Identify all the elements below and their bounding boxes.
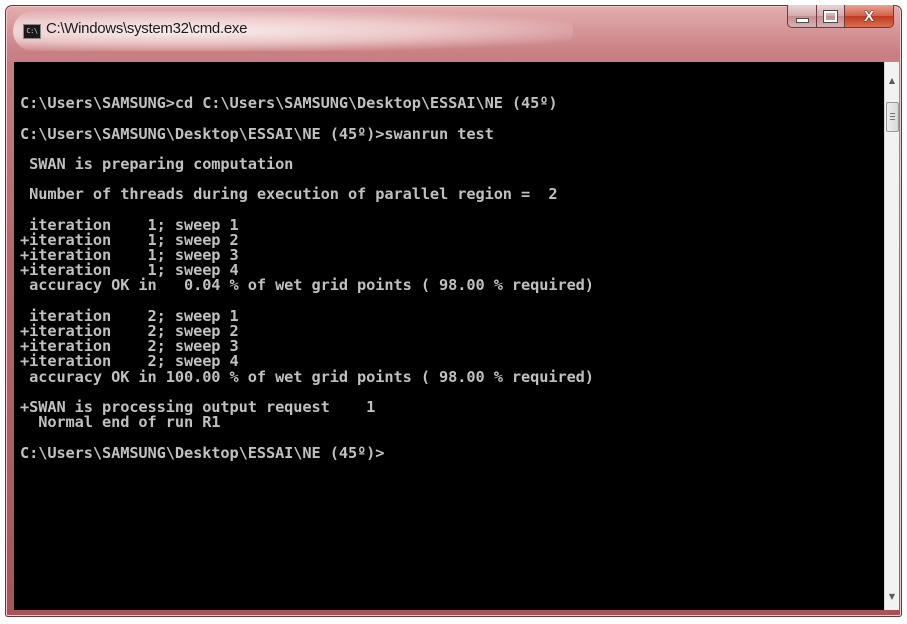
title-bar[interactable]: C:\ C:\Windows\system32\cmd.exe X xyxy=(5,5,902,57)
console-line: SWAN is preparing computation xyxy=(20,154,294,173)
console-line: accuracy OK in 100.00 % of wet grid poin… xyxy=(20,367,594,386)
console-output-area[interactable]: C:\Users\SAMSUNG>cd C:\Users\SAMSUNG\Des… xyxy=(14,62,884,610)
close-icon: X xyxy=(863,7,874,25)
scroll-up-arrow-icon[interactable]: ▲ xyxy=(885,72,899,88)
maximize-button[interactable] xyxy=(817,5,845,28)
close-button[interactable]: X xyxy=(845,5,894,28)
window-controls: X xyxy=(787,5,894,29)
scroll-down-arrow-icon[interactable]: ▼ xyxy=(885,588,899,604)
console-line: C:\Users\SAMSUNG>cd C:\Users\SAMSUNG\Des… xyxy=(20,94,558,113)
cmd-icon[interactable]: C:\ xyxy=(23,24,41,39)
window-title: C:\Windows\system32\cmd.exe xyxy=(46,20,248,37)
vertical-scrollbar[interactable]: ▲ ▼ xyxy=(884,62,899,610)
console-line: Number of threads during execution of pa… xyxy=(20,185,558,204)
minimize-icon xyxy=(795,17,809,23)
console-line: C:\Users\SAMSUNG\Desktop\ESSAI\NE (45º)> xyxy=(20,443,385,462)
console-line: accuracy OK in 0.04 % of wet grid points… xyxy=(20,276,594,295)
maximize-icon xyxy=(823,9,838,23)
console-line: Normal end of run R1 xyxy=(20,413,221,432)
thumb-grip xyxy=(890,116,895,117)
thumb-grip xyxy=(890,119,895,120)
console-line: C:\Users\SAMSUNG\Desktop\ESSAI\NE (45º)>… xyxy=(20,124,494,143)
thumb-grip xyxy=(890,113,895,114)
scrollbar-thumb[interactable] xyxy=(886,102,899,132)
console-text: C:\Users\SAMSUNG>cd C:\Users\SAMSUNG\Des… xyxy=(20,81,884,461)
minimize-button[interactable] xyxy=(787,5,817,28)
